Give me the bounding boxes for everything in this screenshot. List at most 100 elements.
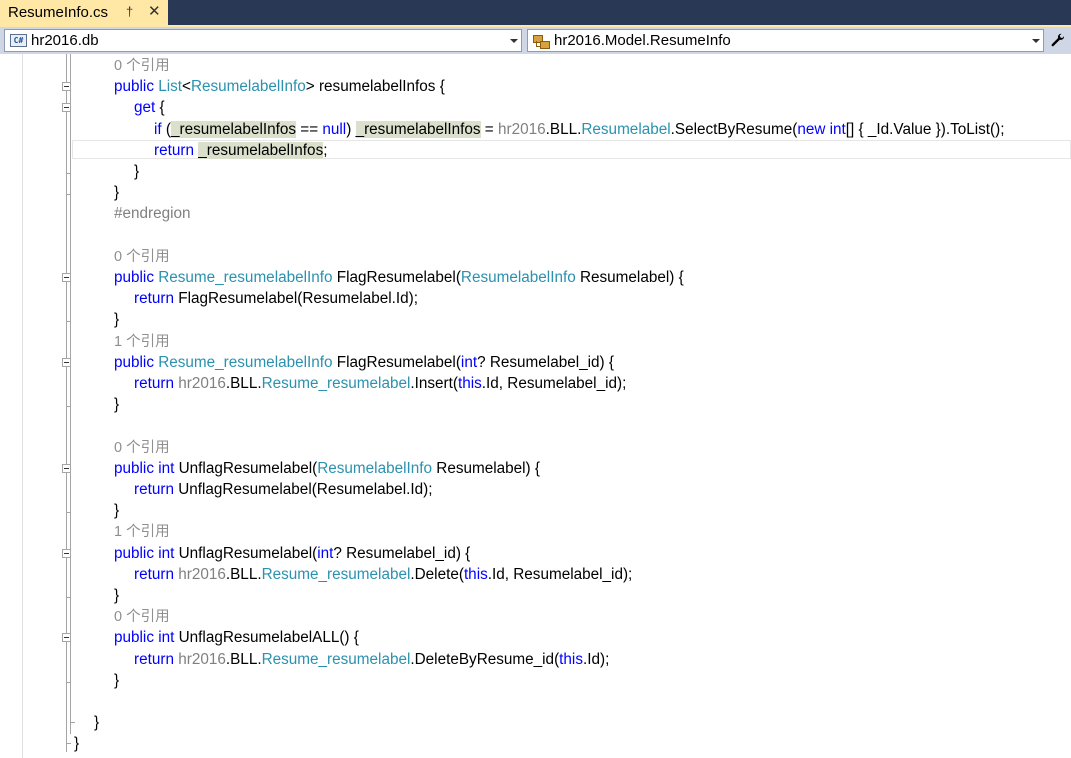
code-line[interactable]: }: [0, 500, 1071, 521]
code-line[interactable]: public int UnflagResumelabel(Resumelabel…: [0, 458, 1071, 479]
code-token: return: [134, 375, 174, 392]
code-token: Resume_resumelabel: [261, 650, 411, 668]
code-text: 0 个引用: [114, 55, 170, 77]
code-text: return _resumelabelInfos;: [154, 140, 327, 161]
close-icon[interactable]: ✕: [148, 2, 161, 20]
code-token: =: [480, 120, 498, 138]
code-text: }: [114, 309, 119, 330]
code-token: int: [317, 544, 334, 562]
code-token: {: [155, 99, 165, 117]
codelens-reference-count[interactable]: 0 个引用: [114, 609, 170, 625]
code-token: }: [114, 396, 120, 414]
code-text: get {: [134, 97, 165, 118]
code-line[interactable]: [0, 415, 1071, 436]
code-line[interactable]: 0 个引用: [0, 437, 1071, 458]
code-token: Resumelabel) {: [432, 459, 540, 477]
code-line[interactable]: 1 个引用: [0, 521, 1071, 542]
code-line[interactable]: [0, 225, 1071, 246]
class-icon: [532, 33, 550, 49]
code-line[interactable]: }: [0, 733, 1071, 754]
chevron-down-icon[interactable]: [1032, 39, 1040, 43]
code-line[interactable]: return hr2016.BLL.Resume_resumelabel.Del…: [0, 649, 1071, 670]
code-line[interactable]: if (_resumelabelInfos == null) _resumela…: [0, 119, 1071, 140]
code-text: public List<ResumelabelInfo> resumelabel…: [114, 76, 445, 97]
code-line[interactable]: return _resumelabelInfos;: [0, 139, 1071, 161]
pin-icon[interactable]: †: [126, 4, 133, 19]
project-dropdown[interactable]: C# hr2016.db: [4, 29, 522, 52]
code-line[interactable]: }: [0, 161, 1071, 182]
chevron-down-icon[interactable]: [510, 39, 518, 43]
code-line[interactable]: return FlagResumelabel(Resumelabel.Id);: [0, 288, 1071, 309]
code-line[interactable]: }: [0, 182, 1071, 203]
code-line[interactable]: return UnflagResumelabel(Resumelabel.Id)…: [0, 479, 1071, 500]
code-line[interactable]: }: [0, 394, 1071, 415]
wrench-icon[interactable]: [1048, 30, 1068, 50]
code-token: _resumelabelInfos: [171, 120, 297, 138]
code-token: ;: [323, 141, 328, 159]
code-line[interactable]: #endregion: [0, 203, 1071, 224]
code-token: hr2016: [178, 375, 226, 392]
code-token: .BLL.: [545, 120, 582, 138]
code-text: }: [94, 712, 99, 733]
code-line[interactable]: public int UnflagResumelabel(int? Resume…: [0, 543, 1071, 564]
code-token: }: [114, 184, 120, 202]
codelens-reference-count[interactable]: 1 个引用: [114, 524, 170, 540]
code-text: return hr2016.BLL.Resume_resumelabel.Del…: [134, 564, 632, 585]
code-text: }: [114, 182, 119, 203]
code-line[interactable]: return hr2016.BLL.Resume_resumelabel.Del…: [0, 564, 1071, 585]
code-editor[interactable]: 0 个引用 public List<ResumelabelInfo> resume…: [0, 54, 1071, 758]
code-text: public int UnflagResumelabel(Resumelabel…: [114, 458, 540, 479]
code-text: 0 个引用: [114, 246, 170, 268]
code-token: public: [114, 544, 159, 562]
codelens-reference-count[interactable]: 1 个引用: [114, 334, 170, 350]
code-text: if (_resumelabelInfos == null) _resumela…: [154, 119, 1005, 140]
code-token: this: [463, 565, 488, 583]
code-token: hr2016: [178, 565, 226, 583]
code-token: .BLL.: [225, 375, 262, 392]
code-token: public: [114, 353, 159, 371]
code-line[interactable]: 1 个引用: [0, 331, 1071, 352]
code-token: ? Resumelabel_id) {: [477, 353, 614, 371]
code-text: 1 个引用: [114, 331, 170, 353]
code-token: }: [74, 735, 80, 753]
codelens-reference-count[interactable]: 0 个引用: [114, 440, 170, 456]
code-line[interactable]: 0 个引用: [0, 606, 1071, 627]
type-dropdown[interactable]: hr2016.Model.ResumeInfo: [527, 29, 1044, 52]
code-token: .BLL.: [225, 565, 262, 583]
code-token: List: [158, 78, 183, 96]
code-token: FlagResumelabel(: [332, 353, 461, 371]
document-tab-resumeinfo[interactable]: ResumeInfo.cs † ✕: [0, 0, 168, 25]
code-line[interactable]: }: [0, 712, 1071, 733]
code-token: this: [559, 650, 583, 668]
code-line[interactable]: public int UnflagResumelabelALL() {: [0, 627, 1071, 648]
code-line[interactable]: }: [0, 585, 1071, 606]
code-line[interactable]: get {: [0, 97, 1071, 118]
code-text: public Resume_resumelabelInfo FlagResume…: [114, 352, 614, 373]
code-line[interactable]: [0, 691, 1071, 712]
codelens-reference-count[interactable]: 0 个引用: [114, 58, 170, 74]
code-line[interactable]: 0 个引用: [0, 55, 1071, 76]
code-line[interactable]: public List<ResumelabelInfo> resumelabel…: [0, 76, 1071, 97]
code-text: public int UnflagResumelabel(int? Resume…: [114, 543, 470, 564]
code-line[interactable]: }: [0, 670, 1071, 691]
code-token: Resume_resumelabel: [261, 375, 411, 392]
code-line[interactable]: return hr2016.BLL.Resume_resumelabel.Ins…: [0, 373, 1071, 394]
code-token: return: [134, 290, 174, 308]
code-token: .Delete(: [410, 565, 464, 583]
code-token: .Insert(: [410, 375, 458, 392]
code-token: ): [346, 120, 356, 138]
code-token: hr2016: [498, 120, 546, 138]
code-token: .Id, Resumelabel_id);: [487, 565, 633, 583]
code-line[interactable]: 0 个引用: [0, 246, 1071, 267]
code-token: Resumelabel: [581, 120, 671, 138]
code-line[interactable]: public Resume_resumelabelInfo FlagResume…: [0, 352, 1071, 373]
code-line[interactable]: }: [0, 309, 1071, 330]
code-line[interactable]: public Resume_resumelabelInfo FlagResume…: [0, 267, 1071, 288]
code-token: ResumelabelInfo: [190, 78, 306, 96]
code-token: UnflagResumelabel(Resumelabel.Id);: [173, 481, 433, 498]
code-token: ==: [296, 120, 323, 138]
codelens-reference-count[interactable]: 0 个引用: [114, 249, 170, 265]
code-text: return FlagResumelabel(Resumelabel.Id);: [134, 288, 418, 309]
code-token: }: [114, 311, 120, 329]
code-token: ResumelabelInfo: [460, 269, 576, 286]
